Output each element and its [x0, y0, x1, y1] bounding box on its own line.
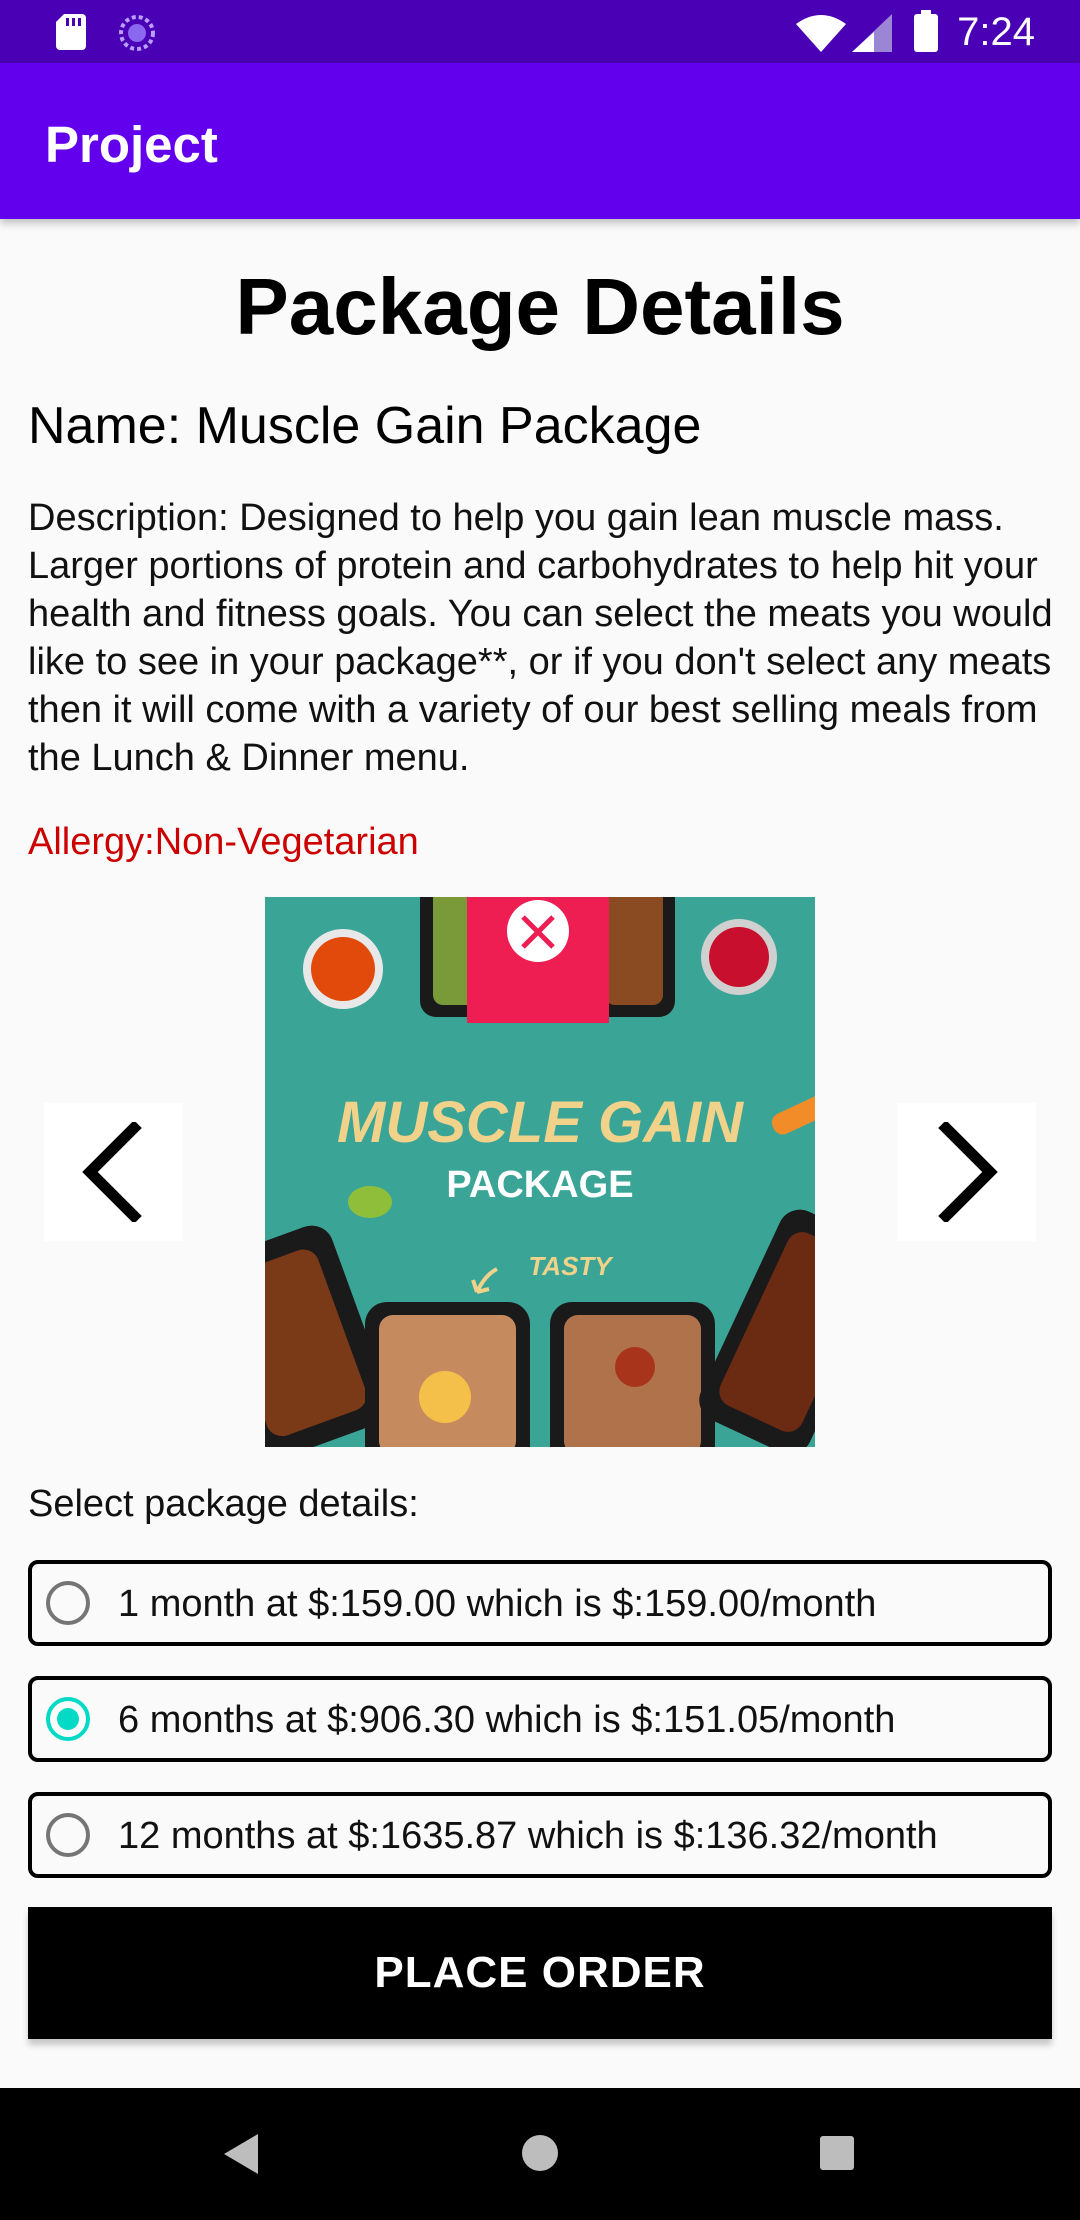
sync-icon [119, 15, 155, 51]
back-icon[interactable] [224, 2134, 258, 2174]
package-image: MUSCLE GAIN PACKAGE TASTY [265, 897, 815, 1447]
battery-icon [914, 10, 938, 52]
package-name: Name: Muscle Gain Package [28, 397, 702, 455]
wifi-icon [796, 15, 846, 52]
status-time: 7:24 [957, 10, 1035, 54]
package-option-label: 12 months at $:1635.87 which is $:136.32… [118, 1815, 938, 1857]
app-title: Project [45, 116, 218, 173]
previous-image-button[interactable] [44, 1103, 182, 1241]
package-option-label: 6 months at $:906.30 which is $:151.05/m… [118, 1699, 896, 1741]
home-icon[interactable] [521, 2134, 559, 2172]
package-allergy: Allergy:Non-Vegetarian [28, 821, 419, 863]
place-order-button[interactable]: PLACE ORDER [28, 1907, 1052, 2039]
page-title: Package Details [235, 262, 845, 351]
chevron-right-icon [938, 1122, 998, 1222]
package-option-12-months[interactable]: 12 months at $:1635.87 which is $:136.32… [28, 1792, 1052, 1878]
recents-icon[interactable] [820, 2136, 854, 2170]
package-description: Description: Designed to help you gain l… [28, 497, 1053, 779]
radio-button[interactable] [46, 1581, 90, 1625]
select-package-label: Select package details: [28, 1483, 419, 1525]
image-subheadline: PACKAGE [446, 1164, 633, 1206]
radio-button[interactable] [46, 1697, 90, 1741]
system-nav-bar [0, 2088, 1080, 2220]
package-option-1-month[interactable]: 1 month at $:159.00 which is $:159.00/mo… [28, 1560, 1052, 1646]
status-bar: 7:24 [0, 0, 1080, 63]
chevron-left-icon [82, 1122, 142, 1222]
radio-button[interactable] [46, 1813, 90, 1857]
image-headline: MUSCLE GAIN [337, 1090, 744, 1155]
app-bar: Project [0, 63, 1080, 219]
package-image-art: MUSCLE GAIN PACKAGE TASTY [265, 897, 815, 1447]
package-option-6-months[interactable]: 6 months at $:906.30 which is $:151.05/m… [28, 1676, 1052, 1762]
image-tag: TASTY [528, 1251, 614, 1281]
signal-icon [852, 14, 892, 52]
package-option-label: 1 month at $:159.00 which is $:159.00/mo… [118, 1583, 877, 1625]
sd-card-icon [56, 14, 86, 50]
next-image-button[interactable] [898, 1103, 1036, 1241]
